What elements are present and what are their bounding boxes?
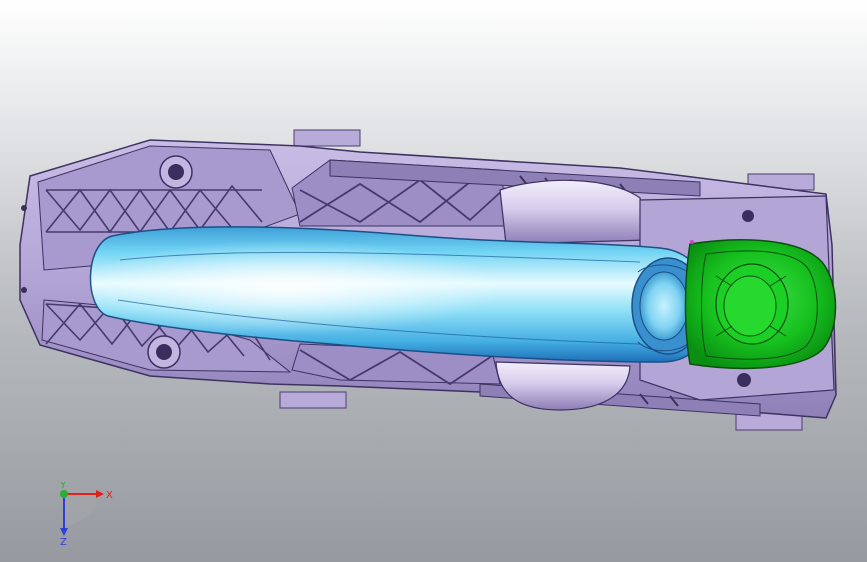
handle-end-cap[interactable] xyxy=(684,239,837,370)
z-axis-label: Z xyxy=(60,537,67,546)
x-axis-label: X xyxy=(106,490,113,501)
y-axis-label: Y xyxy=(59,482,67,491)
y-axis-dot xyxy=(60,490,68,498)
z-axis-arrowhead xyxy=(60,528,68,536)
orientation-triad: X Y Z xyxy=(59,482,113,546)
3d-model-scene[interactable] xyxy=(0,0,867,562)
graphics-viewport[interactable]: X Y Z xyxy=(0,0,867,562)
x-axis-arrowhead xyxy=(96,490,104,498)
triad-plane-shadow xyxy=(64,490,100,526)
